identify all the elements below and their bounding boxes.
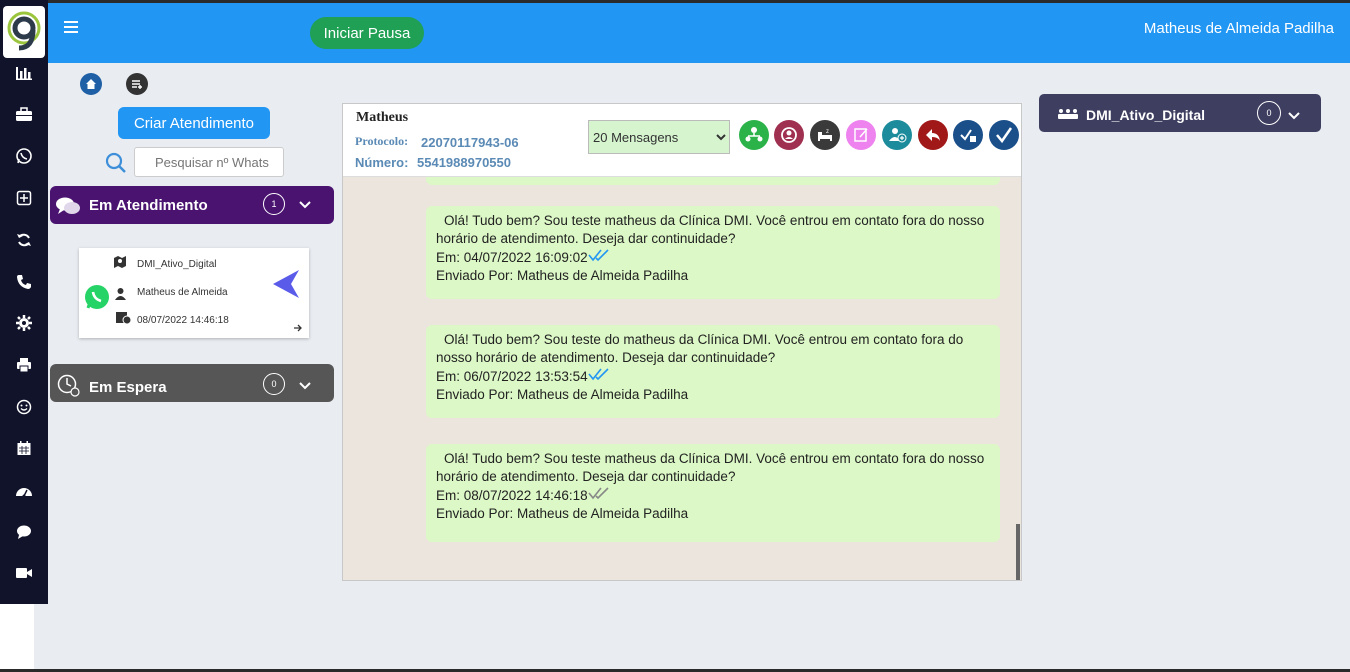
message-bubble: Olá! Tudo bem? Sou teste matheus da Clín…	[426, 206, 1000, 299]
finish-check-icon[interactable]	[989, 120, 1019, 150]
queue-count: 0	[1257, 101, 1281, 125]
reply-icon[interactable]	[918, 120, 948, 150]
calendar-icon[interactable]	[14, 438, 34, 458]
user-icon	[114, 287, 127, 306]
waiting-count: 0	[263, 373, 285, 395]
user-name: Matheus de Almeida Padilha	[1143, 20, 1334, 37]
number-value: 5541988970550	[417, 155, 511, 170]
message-text: Olá! Tudo bem? Sou teste matheus da Clín…	[436, 451, 985, 484]
add-user-icon[interactable]	[882, 120, 912, 150]
chevron-down-icon[interactable]	[298, 378, 312, 395]
user-sync-icon[interactable]	[774, 120, 804, 150]
message-bubble-partial	[426, 177, 1000, 185]
whatsapp-icon[interactable]	[14, 146, 34, 166]
video-icon[interactable]	[14, 563, 34, 583]
smile-icon[interactable]	[14, 397, 34, 417]
number-label: Número:	[355, 155, 409, 170]
chevron-down-icon[interactable]	[298, 197, 312, 214]
card-datetime: 08/07/2022 14:46:18	[137, 315, 229, 326]
service-card[interactable]: DMI_Ativo_Digital Matheus de Almeida 08/…	[79, 248, 309, 338]
unread-double-check-icon	[588, 487, 614, 503]
message-date: Em: 08/07/2022 14:46:18	[436, 488, 588, 503]
contact-name: Matheus	[356, 110, 409, 125]
message-sender: Enviado Por: Matheus de Almeida Padilha	[436, 506, 689, 521]
chat-scrollbar[interactable]	[1016, 524, 1020, 580]
message-bubble: Olá! Tudo bem? Sou teste do matheus da C…	[426, 325, 1000, 418]
plus-square-icon[interactable]	[14, 188, 34, 208]
card-agent: Matheus de Almeida	[137, 287, 228, 298]
search-input[interactable]	[134, 147, 284, 177]
briefcase-icon[interactable]	[14, 104, 34, 124]
chat-header: Matheus Protocolo: 22070117943-06 Número…	[343, 104, 1021, 177]
protocol-value: 22070117943-06	[421, 135, 519, 150]
edit-note-icon[interactable]	[846, 120, 876, 150]
chevron-right-icon[interactable]	[293, 320, 303, 338]
clock-icon	[57, 374, 81, 402]
read-double-check-icon	[588, 249, 614, 265]
waiting-header[interactable]: Em Espera 0	[50, 364, 334, 402]
read-double-check-icon	[588, 368, 614, 384]
card-queue: DMI_Ativo_Digital	[137, 259, 217, 270]
chart-icon[interactable]	[14, 63, 34, 83]
message-sender: Enviado Por: Matheus de Almeida Padilha	[436, 387, 689, 402]
sleep-bed-icon[interactable]: z	[810, 120, 840, 150]
send-arrow-icon[interactable]	[271, 268, 301, 305]
message-date: Em: 04/07/2022 16:09:02	[436, 250, 588, 265]
start-pause-button[interactable]: Iniciar Pausa	[310, 17, 424, 49]
whatsapp-logo-icon	[84, 284, 110, 315]
queue-panel[interactable]: DMI_Ativo_Digital 0	[1039, 94, 1321, 132]
transfer-group-icon[interactable]	[739, 120, 769, 150]
thumbs-check-icon[interactable]	[953, 120, 983, 150]
phone-icon[interactable]	[14, 272, 34, 292]
protocol-label: Protocolo:	[355, 134, 409, 148]
in-service-count: 1	[263, 193, 285, 215]
chevron-down-icon[interactable]	[1287, 108, 1301, 126]
home-icon[interactable]	[80, 73, 102, 95]
top-header: Iniciar Pausa Matheus de Almeida Padilha	[48, 3, 1350, 63]
message-bubble: Olá! Tudo bem? Sou teste matheus da Clín…	[426, 444, 1000, 542]
messages-count-select[interactable]: 20 Mensagens	[588, 120, 730, 154]
message-text: Olá! Tudo bem? Sou teste do matheus da C…	[436, 332, 964, 365]
sidebar	[0, 0, 48, 604]
printer-icon[interactable]	[14, 355, 34, 375]
add-list-icon[interactable]	[126, 73, 148, 95]
logo	[3, 6, 45, 58]
in-service-label: Em Atendimento	[89, 197, 208, 214]
bottom-gap	[0, 604, 34, 672]
chat-bubbles-icon	[55, 195, 81, 221]
message-text: Olá! Tudo bem? Sou teste matheus da Clín…	[436, 213, 985, 246]
menu-icon[interactable]	[64, 21, 78, 33]
map-icon	[113, 255, 127, 274]
in-service-header[interactable]: Em Atendimento 1	[50, 186, 334, 224]
refresh-icon[interactable]	[14, 230, 34, 250]
chat-icon[interactable]	[14, 522, 34, 542]
calendar-user-icon	[115, 310, 132, 330]
message-sender: Enviado Por: Matheus de Almeida Padilha	[436, 268, 689, 283]
gear-icon[interactable]	[14, 313, 34, 333]
waiting-label: Em Espera	[89, 379, 167, 396]
create-service-button[interactable]: Criar Atendimento	[118, 107, 270, 139]
search-icon[interactable]	[105, 152, 127, 179]
message-date: Em: 06/07/2022 13:53:54	[436, 369, 588, 384]
svg-text:z: z	[826, 129, 829, 135]
chat-panel: Matheus Protocolo: 22070117943-06 Número…	[342, 103, 1022, 581]
dashboard-icon[interactable]	[14, 481, 34, 501]
queue-label: DMI_Ativo_Digital	[1086, 107, 1206, 123]
users-group-icon	[1057, 107, 1079, 125]
